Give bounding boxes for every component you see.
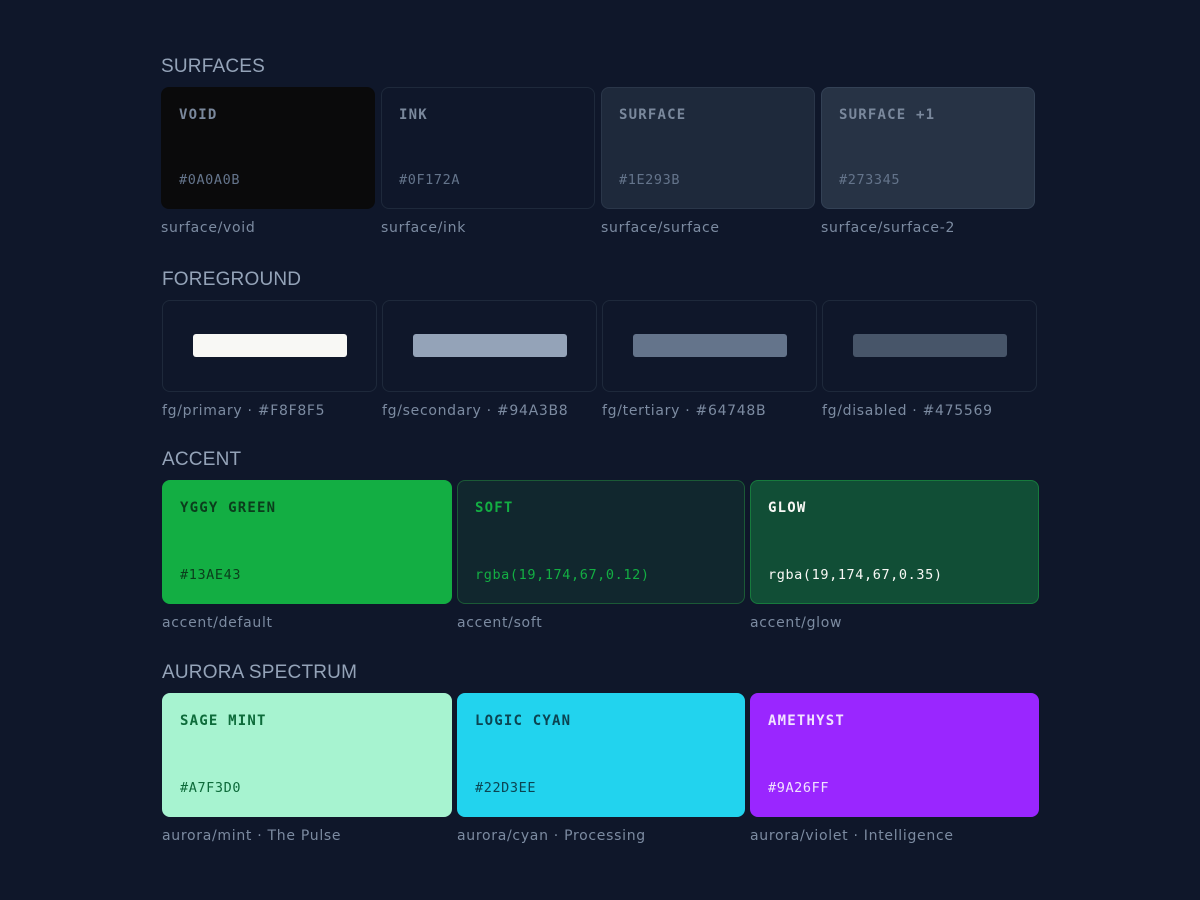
swatch-name: INK bbox=[399, 107, 428, 123]
swatch-hex: #22D3EE bbox=[475, 780, 537, 796]
swatch-name: VOID bbox=[179, 107, 218, 123]
swatch-hex: #A7F3D0 bbox=[180, 780, 242, 796]
swatch-token: surface/ink bbox=[381, 220, 467, 236]
surface-swatch-ink: INK #0F172A surface/ink bbox=[381, 87, 595, 237]
swatch-accent-default[interactable]: YGGY GREEN #13AE43 bbox=[162, 480, 452, 604]
fg-color-bar bbox=[193, 334, 347, 357]
swatch-token: accent/soft bbox=[457, 615, 543, 631]
color-palette-page: SURFACES VOID #0A0A0B surface/void INK #… bbox=[0, 0, 1200, 900]
fg-swatch-secondary: fg/secondary · #94A3B8 bbox=[382, 300, 597, 420]
swatch-name: AMETHYST bbox=[768, 713, 846, 729]
swatch-token: accent/glow bbox=[750, 615, 843, 631]
accent-swatch-default: YGGY GREEN #13AE43 accent/default bbox=[162, 480, 452, 632]
accent-swatch-soft: SOFT rgba(19,174,67,0.12) accent/soft bbox=[457, 480, 745, 632]
section-title-accent: ACCENT bbox=[162, 449, 242, 470]
aurora-swatch-cyan: LOGIC CYAN #22D3EE aurora/cyan · Process… bbox=[457, 693, 745, 845]
swatch-hex: #273345 bbox=[839, 172, 901, 188]
aurora-swatch-mint: SAGE MINT #A7F3D0 aurora/mint · The Puls… bbox=[162, 693, 452, 845]
swatch-token: accent/default bbox=[162, 615, 273, 631]
section-title-foreground: FOREGROUND bbox=[162, 269, 302, 290]
fg-swatch-disabled: fg/disabled · #475569 bbox=[822, 300, 1037, 420]
surface-swatch-surface-2: SURFACE +1 #273345 surface/surface-2 bbox=[821, 87, 1035, 237]
swatch-accent-glow[interactable]: GLOW rgba(19,174,67,0.35) bbox=[750, 480, 1039, 604]
accent-swatch-glow: GLOW rgba(19,174,67,0.35) accent/glow bbox=[750, 480, 1039, 632]
swatch-name: SOFT bbox=[475, 500, 514, 516]
surfaces-section: SURFACES VOID #0A0A0B surface/void INK #… bbox=[161, 56, 1037, 237]
swatch-token: fg/tertiary · #64748B bbox=[602, 403, 767, 419]
swatch-aurora-mint[interactable]: SAGE MINT #A7F3D0 bbox=[162, 693, 452, 817]
fg-swatch-primary: fg/primary · #F8F8F5 bbox=[162, 300, 377, 420]
swatch-hex: #0F172A bbox=[399, 172, 461, 188]
swatch-name: SURFACE bbox=[619, 107, 687, 123]
aurora-section: AURORA SPECTRUM SAGE MINT #A7F3D0 aurora… bbox=[162, 662, 1039, 845]
swatch-name: LOGIC CYAN bbox=[475, 713, 572, 729]
swatch-ink[interactable]: INK #0F172A bbox=[381, 87, 595, 209]
swatch-token: surface/surface-2 bbox=[821, 220, 956, 236]
surface-swatch-void: VOID #0A0A0B surface/void bbox=[161, 87, 375, 237]
swatch-token: surface/surface bbox=[601, 220, 720, 236]
swatch-name: GLOW bbox=[768, 500, 807, 516]
swatch-aurora-violet[interactable]: AMETHYST #9A26FF bbox=[750, 693, 1039, 817]
swatch-hex: #13AE43 bbox=[180, 567, 242, 583]
swatch-token: surface/void bbox=[161, 220, 256, 236]
swatch-surface[interactable]: SURFACE #1E293B bbox=[601, 87, 815, 209]
swatch-token: aurora/violet · Intelligence bbox=[750, 828, 954, 844]
swatch-surface-2[interactable]: SURFACE +1 #273345 bbox=[821, 87, 1035, 209]
fg-swatch-tertiary: fg/tertiary · #64748B bbox=[602, 300, 817, 420]
swatch-name: SAGE MINT bbox=[180, 713, 267, 729]
swatch-hex: rgba(19,174,67,0.35) bbox=[768, 567, 943, 583]
foreground-section: FOREGROUND fg/primary · #F8F8F5 fg/secon… bbox=[162, 269, 1038, 420]
fg-color-bar bbox=[413, 334, 567, 357]
section-title-surfaces: SURFACES bbox=[161, 56, 266, 77]
fg-color-bar bbox=[633, 334, 787, 357]
swatch-hex: #1E293B bbox=[619, 172, 681, 188]
swatch-token: aurora/mint · The Pulse bbox=[162, 828, 342, 844]
swatch-name: YGGY GREEN bbox=[180, 500, 277, 516]
swatch-token: fg/primary · #F8F8F5 bbox=[162, 403, 326, 419]
section-title-aurora: AURORA SPECTRUM bbox=[162, 662, 358, 683]
swatch-aurora-cyan[interactable]: LOGIC CYAN #22D3EE bbox=[457, 693, 745, 817]
accent-section: ACCENT YGGY GREEN #13AE43 accent/default… bbox=[162, 449, 1039, 632]
swatch-token: fg/disabled · #475569 bbox=[822, 403, 993, 419]
swatch-fg-secondary[interactable] bbox=[382, 300, 597, 392]
swatch-token: fg/secondary · #94A3B8 bbox=[382, 403, 569, 419]
swatch-void[interactable]: VOID #0A0A0B bbox=[161, 87, 375, 209]
swatch-hex: #9A26FF bbox=[768, 780, 830, 796]
aurora-swatch-violet: AMETHYST #9A26FF aurora/violet · Intelli… bbox=[750, 693, 1039, 845]
swatch-fg-tertiary[interactable] bbox=[602, 300, 817, 392]
swatch-fg-disabled[interactable] bbox=[822, 300, 1037, 392]
swatch-hex: #0A0A0B bbox=[179, 172, 241, 188]
swatch-name: SURFACE +1 bbox=[839, 107, 936, 123]
fg-color-bar bbox=[853, 334, 1007, 357]
swatch-token: aurora/cyan · Processing bbox=[457, 828, 646, 844]
swatch-hex: rgba(19,174,67,0.12) bbox=[475, 567, 650, 583]
surface-swatch-surface: SURFACE #1E293B surface/surface bbox=[601, 87, 815, 237]
swatch-accent-soft[interactable]: SOFT rgba(19,174,67,0.12) bbox=[457, 480, 745, 604]
swatch-fg-primary[interactable] bbox=[162, 300, 377, 392]
